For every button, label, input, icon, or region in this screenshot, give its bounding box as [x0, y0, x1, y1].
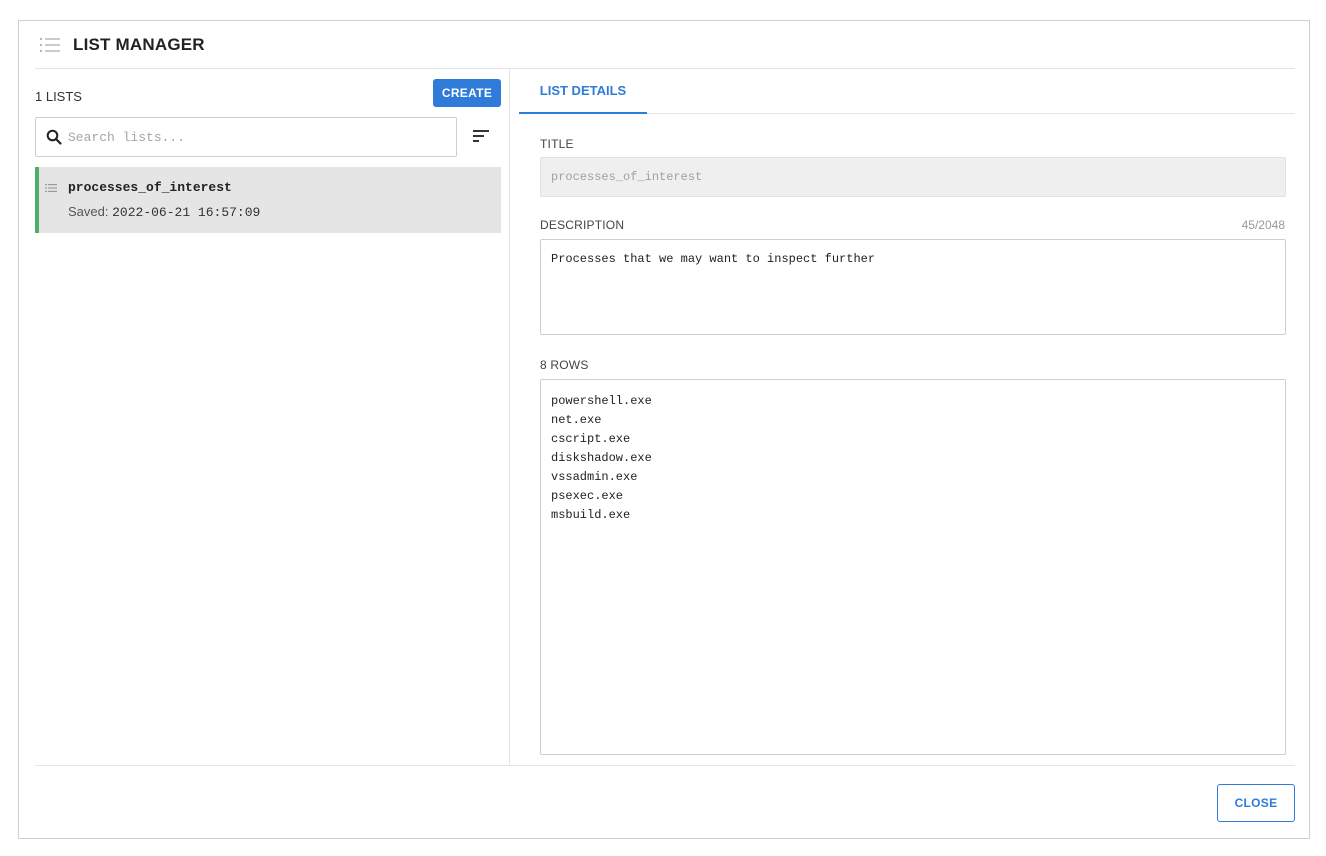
- close-button[interactable]: CLOSE: [1217, 784, 1295, 822]
- dialog-title: LIST MANAGER: [73, 34, 205, 54]
- list-manager-dialog: LIST MANAGER 1 LISTS CREATE pro: [18, 20, 1310, 839]
- saved-timestamp: 2022-06-21 16:57:09: [112, 205, 261, 220]
- rows-label: 8 ROWS: [540, 358, 589, 372]
- list-icon: [39, 37, 60, 52]
- tab-list-details[interactable]: LIST DETAILS: [519, 69, 647, 114]
- list-item-name: processes_of_interest: [68, 180, 232, 195]
- search-icon: [46, 129, 62, 145]
- footer-divider: [35, 765, 1295, 766]
- sort-button[interactable]: [467, 125, 495, 149]
- saved-label: Saved:: [68, 204, 109, 219]
- lists-count: 1 LISTS: [35, 89, 82, 104]
- search-box: [35, 117, 457, 157]
- dialog-header: LIST MANAGER: [35, 21, 1295, 69]
- list-item[interactable]: processes_of_interest Saved: 2022-06-21 …: [35, 167, 501, 233]
- lists-pane: 1 LISTS CREATE processes_of_interest: [35, 69, 509, 765]
- title-label: TITLE: [540, 137, 574, 151]
- title-field: processes_of_interest: [540, 157, 1286, 197]
- pane-divider: [509, 69, 510, 765]
- tab-bar: LIST DETAILS: [519, 69, 1295, 114]
- description-label: DESCRIPTION: [540, 218, 625, 232]
- description-field[interactable]: Processes that we may want to inspect fu…: [540, 239, 1286, 335]
- list-item-saved: Saved: 2022-06-21 16:57:09: [68, 204, 260, 220]
- rows-field[interactable]: powershell.exe net.exe cscript.exe disks…: [540, 379, 1286, 755]
- description-counter: 45/2048: [1241, 218, 1285, 232]
- create-button[interactable]: CREATE: [433, 79, 501, 107]
- list-item-icon: [45, 184, 57, 192]
- sort-icon: [473, 129, 489, 142]
- search-input[interactable]: [68, 122, 456, 152]
- details-pane: LIST DETAILS TITLE processes_of_interest…: [519, 69, 1295, 765]
